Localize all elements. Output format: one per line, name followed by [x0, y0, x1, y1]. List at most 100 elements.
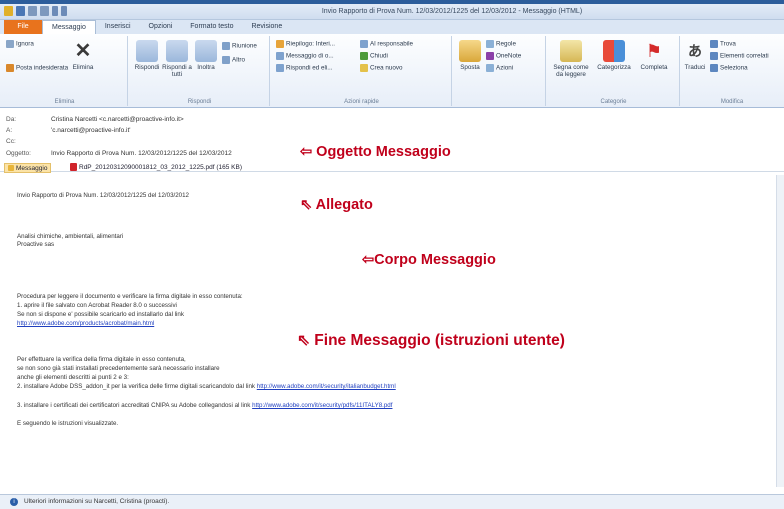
select-button[interactable]: Seleziona [710, 64, 748, 72]
forward-label: Inoltra [197, 64, 215, 71]
body-step-3: 3. installare i certificati dei certific… [17, 402, 392, 409]
quickstep-riepilogo[interactable]: Riepilogo: Interi... [276, 40, 335, 48]
attachment-bar: Messaggio RdP_20120312090001812_03_2012_… [0, 163, 784, 173]
find-button[interactable]: Trova [710, 40, 736, 48]
ignore-label: Ignora [16, 40, 34, 48]
body-line-3: Proactive sas [17, 241, 55, 248]
translate-button[interactable]: あ Traduci [682, 40, 708, 71]
to-value[interactable]: 'c.narcetti@proactive-info.it' [51, 127, 131, 134]
tab-messaggio[interactable]: Messaggio [42, 20, 96, 34]
rules-icon [486, 40, 494, 48]
quickstep-rispondi-elimina[interactable]: Rispondi ed eli... [276, 64, 333, 72]
group-label-modifica: Modifica [720, 99, 744, 105]
onenote-button[interactable]: OneNote [486, 52, 521, 60]
pdf-icon [70, 163, 77, 171]
categorize-button[interactable]: Categorizza [594, 40, 634, 71]
vertical-scrollbar[interactable] [776, 175, 784, 487]
group-label-elimina: Elimina [54, 99, 75, 105]
message-attachment-tab[interactable]: Messaggio [4, 163, 52, 173]
actions-icon [486, 64, 494, 72]
reply-icon [136, 40, 158, 62]
quickstep-rispondi-elimina-label: Rispondi ed eli... [286, 64, 333, 72]
delete-button[interactable]: ✕ Elimina [66, 40, 100, 71]
ribbon: Ignora Posta indesiderata ✕ Elimina Elim… [0, 34, 784, 108]
quickstep-crea-nuovo[interactable]: Crea nuovo [360, 64, 403, 72]
title-bar: Invio Rapporto di Prova Num. 12/03/2012/… [0, 4, 784, 20]
quickstep-responsabile-icon [360, 40, 368, 48]
tab-formato-testo[interactable]: Formato testo [181, 20, 242, 34]
quickstep-chiudi[interactable]: Chiudi [360, 52, 388, 60]
quickstep-chiudi-label: Chiudi [370, 52, 388, 60]
ignore-icon [6, 40, 14, 48]
move-folder-icon [459, 40, 481, 62]
other-icon [222, 56, 230, 64]
other-label: Altro [232, 56, 245, 64]
quickstep-rispondi-elimina-icon [276, 64, 284, 72]
body-line-2: Analisi chimiche, ambientali, alimentari [17, 233, 124, 240]
related-button[interactable]: Elementi correlati [710, 52, 769, 60]
delete-x-icon: ✕ [74, 40, 92, 62]
actions-button[interactable]: Azioni [486, 64, 513, 72]
quickstep-riepilogo-icon [276, 40, 284, 48]
followup-button[interactable]: ⚑ Completa [636, 40, 672, 71]
lightning-icon [360, 64, 368, 72]
select-icon [710, 64, 718, 72]
reply-button[interactable]: Rispondi [132, 40, 162, 71]
group-label-rispondi: Rispondi [187, 99, 212, 105]
envelope-small-icon [8, 165, 14, 171]
callout-body: ⇦Corpo Messaggio [362, 252, 496, 268]
group-label-azioni-rapide: Azioni rapide [344, 99, 379, 105]
quickstep-responsabile[interactable]: Al responsabile [360, 40, 413, 48]
junk-button[interactable]: Posta indesiderata [6, 64, 68, 72]
tab-revisione[interactable]: Revisione [242, 20, 291, 34]
meeting-icon [222, 42, 230, 50]
to-label: A: [6, 127, 13, 134]
delete-label: Elimina [72, 64, 94, 71]
forward-button[interactable]: Inoltra [192, 40, 220, 71]
move-label: Sposta [460, 64, 480, 71]
ignore-button[interactable]: Ignora [6, 40, 34, 48]
meeting-label: Riunione [232, 42, 257, 50]
link-adobe-dss[interactable]: http://www.adobe.com/it/security/italian… [257, 383, 396, 390]
body-verify-3: anche gli elementi descritti ai punti 2 … [17, 374, 129, 381]
meeting-button[interactable]: Riunione [222, 42, 257, 50]
quickstep-messaggio-label: Messaggio di o... [286, 52, 334, 60]
body-procedure-3: Se non si dispone e' possibile scaricarl… [17, 311, 184, 318]
tab-file[interactable]: File [4, 20, 42, 34]
tab-inserisci[interactable]: Inserisci [96, 20, 140, 34]
pdf-attachment-label: RdP_20120312090001812_03_2012_1225.pdf (… [79, 163, 243, 171]
categorize-icon [603, 40, 625, 62]
group-modifica: あ Traduci Trova Elementi correlati Selez… [682, 36, 782, 106]
group-categorie: Segna come da leggere Categorizza ⚑ Comp… [548, 36, 680, 106]
onenote-label: OneNote [496, 52, 522, 60]
quickstep-riepilogo-label: Riepilogo: Interi... [286, 40, 336, 48]
other-button[interactable]: Altro [222, 56, 245, 64]
subject-value: Invio Rapporto di Prova Num. 12/03/2012/… [51, 150, 232, 157]
subject-row: Oggetto: Invio Rapporto di Prova Num. 12/… [6, 150, 232, 157]
pdf-attachment[interactable]: RdP_20120312090001812_03_2012_1225.pdf (… [70, 163, 242, 171]
status-text[interactable]: Ulteriori informazioni su Narcetti, Cris… [24, 498, 169, 505]
tab-opzioni[interactable]: Opzioni [140, 20, 182, 34]
translate-icon: あ [688, 43, 702, 59]
related-icon [710, 52, 718, 60]
rules-button[interactable]: Regole [486, 40, 516, 48]
from-row: Da: Cristina Narcetti <c.narcetti@proacti… [6, 116, 184, 123]
info-icon: i [10, 498, 18, 506]
link-acrobat[interactable]: http://www.adobe.com/products/acrobat/ma… [17, 320, 154, 327]
reply-all-button[interactable]: Rispondi a tutti [162, 40, 192, 78]
cc-label: Cc: [6, 138, 16, 145]
body-step-2: 2. installare Adobe DSS_addon_it per la … [17, 383, 396, 390]
body-line-1: Invio Rapporto di Prova Num. 12/03/2012/… [17, 192, 189, 199]
mark-unread-button[interactable]: Segna come da leggere [550, 40, 592, 78]
body-verify-2: se non sono già stati installati precede… [17, 365, 220, 372]
move-button[interactable]: Sposta [456, 40, 484, 71]
reply-all-label: Rispondi a tutti [162, 64, 192, 78]
translate-label: Traduci [684, 64, 706, 71]
categorize-label: Categorizza [597, 64, 631, 71]
callout-attachment: ⇖ Allegato [300, 197, 373, 213]
link-cnipa-certificates[interactable]: http://www.adobe.com/it/security/pdfs/11… [252, 402, 392, 409]
from-value[interactable]: Cristina Narcetti <c.narcetti@proactive-… [51, 116, 184, 123]
callout-end-message: ⇖ Fine Messaggio (istruzioni utente) [297, 332, 565, 349]
quickstep-messaggio[interactable]: Messaggio di o... [276, 52, 334, 60]
body-step-3-text: 3. installare i certificati dei certific… [17, 402, 251, 409]
